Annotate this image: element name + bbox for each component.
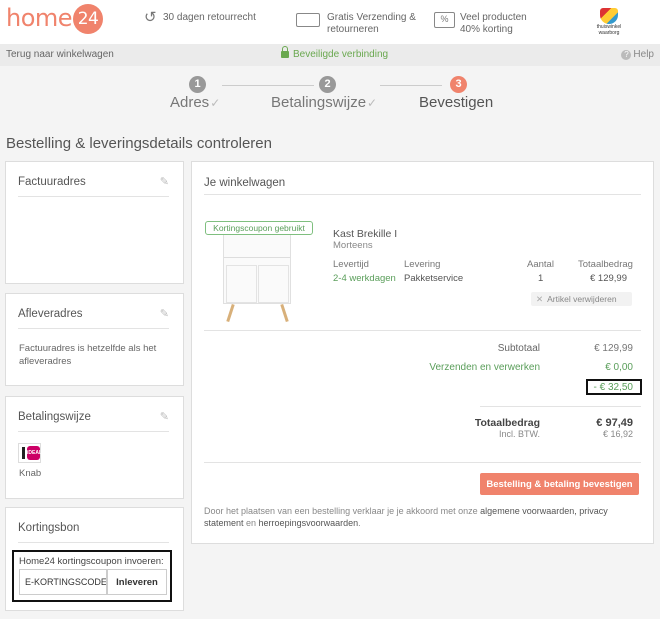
- delivery-method-value: Pakketservice: [404, 273, 464, 284]
- payment-method-box: Betalingswijze ✎ iDEAL Knab: [5, 396, 184, 499]
- divider: [480, 406, 641, 407]
- edit-pencil-icon[interactable]: ✎: [160, 410, 169, 423]
- divider: [204, 194, 641, 195]
- coupon-used-badge: Kortingscoupon gebruikt: [205, 221, 313, 235]
- shipping-value: € 0,00: [605, 362, 633, 373]
- return-arrow-icon: ↺: [144, 9, 157, 26]
- checkmark-icon: ✓: [367, 96, 378, 110]
- subtotal-label: Subtotaal: [497, 343, 540, 354]
- cabinet-image: [223, 228, 291, 304]
- header-delivery-method: Levering: [404, 259, 441, 270]
- sub-navigation-bar: Terug naar winkelwagen Beveiligde verbin…: [0, 44, 660, 66]
- usp-return: ↺ 30 dagen retourrecht: [144, 9, 256, 26]
- help-link[interactable]: ? Help: [621, 44, 654, 66]
- voucher-title: Kortingsbon: [18, 522, 80, 534]
- subtotal-value: € 129,99: [594, 343, 633, 354]
- payment-method-title: Betalingswijze: [18, 411, 91, 423]
- header-quantity: Aantal: [527, 259, 554, 270]
- edit-pencil-icon[interactable]: ✎: [160, 307, 169, 320]
- close-icon: ✕: [536, 294, 544, 304]
- invoice-address-box: Factuuradres ✎: [5, 161, 184, 284]
- total-value: € 97,49: [596, 417, 633, 429]
- vat-label: Incl. BTW.: [498, 429, 540, 439]
- secure-connection: Beveiligde verbinding: [281, 44, 388, 66]
- delivery-address-title: Afleveradres: [18, 308, 83, 320]
- line-total-value: € 129,99: [590, 273, 627, 284]
- total-label: Totaalbedrag: [474, 417, 540, 429]
- withdrawal-terms-link[interactable]: herroepingsvoorwaarden: [259, 518, 359, 528]
- lock-icon: [281, 46, 289, 58]
- percent-tag-icon: %: [434, 12, 455, 28]
- invoice-address-title: Factuuradres: [18, 176, 86, 188]
- coupon-label: Home24 kortingscoupon invoeren:: [19, 556, 164, 567]
- payment-bank-name: Knab: [19, 468, 42, 479]
- vat-value: € 16,92: [602, 429, 633, 439]
- usp-shipping: Gratis Verzending & retourneren: [296, 12, 416, 36]
- page-title: Bestelling & leveringsdetails controlere…: [6, 135, 272, 152]
- coupon-code-input[interactable]: [19, 569, 107, 595]
- redeem-coupon-button[interactable]: Inleveren: [107, 569, 167, 595]
- top-header: home 24 ↺ 30 dagen retourrecht Gratis Ver…: [0, 0, 660, 44]
- delivery-address-box: Afleveradres ✎ Factuuradres is hetzelfde …: [5, 293, 184, 386]
- header-total: Totaalbedrag: [578, 259, 633, 270]
- remove-item-button[interactable]: ✕ Artikel verwijderen: [531, 292, 632, 306]
- delivery-address-text: Factuuradres is hetzelfde als het afleve…: [19, 343, 157, 367]
- product-brand: Morteens: [333, 240, 373, 251]
- header-delivery-time: Levertijd: [333, 259, 369, 270]
- ideal-logo-icon: iDEAL: [18, 443, 42, 463]
- home24-logo[interactable]: home 24: [6, 4, 104, 34]
- confirm-order-button[interactable]: Bestelling & betaling bevestigen: [480, 473, 639, 495]
- back-to-cart-link[interactable]: Terug naar winkelwagen: [6, 44, 114, 66]
- discount-highlight-frame: [586, 379, 642, 395]
- shipping-label[interactable]: Verzenden en verwerken: [429, 362, 540, 373]
- checkmark-icon: ✓: [210, 96, 221, 110]
- product-image[interactable]: [205, 220, 315, 325]
- shield-icon: [600, 8, 618, 24]
- edit-pencil-icon[interactable]: ✎: [160, 175, 169, 188]
- question-icon: ?: [621, 50, 632, 60]
- divider: [204, 330, 641, 331]
- step-connector: [222, 85, 314, 86]
- delivery-time-value: 2-4 werkdagen: [333, 273, 396, 284]
- divider: [204, 462, 641, 463]
- quantity-value: 1: [538, 273, 544, 284]
- thuiswinkel-badge[interactable]: thuiswinkel waarborg: [594, 8, 624, 36]
- cart-title: Je winkelwagen: [204, 177, 286, 189]
- truck-icon: [296, 13, 320, 27]
- step-connector: [380, 85, 442, 86]
- usp-discount: % Veel producten 40% korting: [434, 12, 527, 36]
- product-name[interactable]: Kast Brekille I: [333, 228, 397, 240]
- terms-text: Door het plaatsen van een bestelling ver…: [204, 506, 608, 528]
